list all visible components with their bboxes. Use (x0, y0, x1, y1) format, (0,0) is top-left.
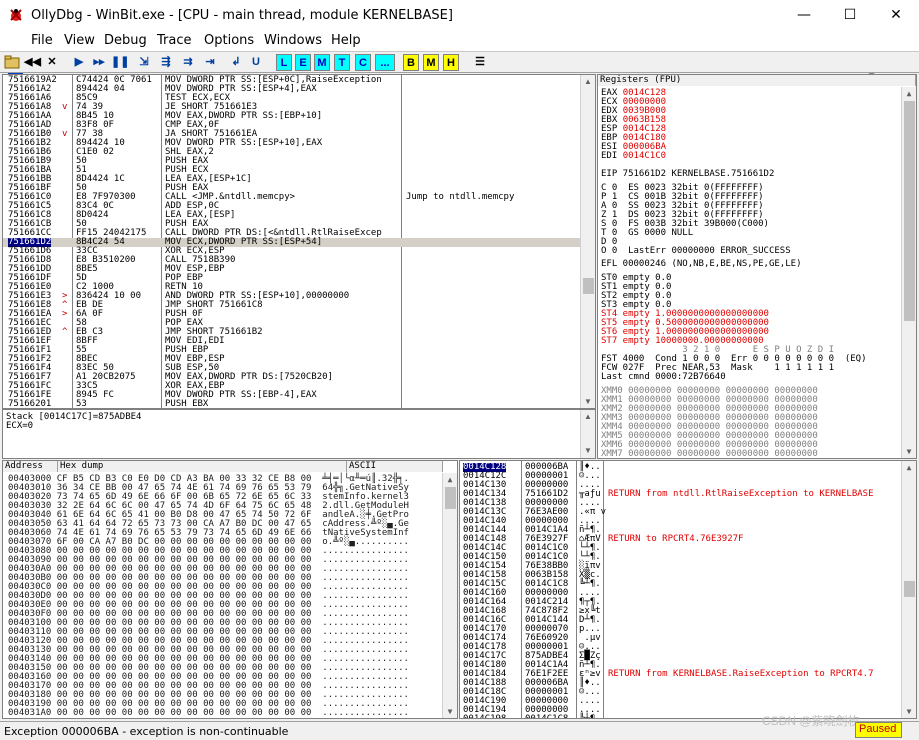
stack-value: 0014C1C8 (525, 714, 569, 719)
menu-help[interactable]: Help (331, 33, 361, 48)
trace-into-icon[interactable]: ⇶ (157, 54, 175, 71)
dump-scrollbar[interactable]: ▲ ▼ (442, 473, 457, 718)
register-value: 0014C1C0 (622, 151, 667, 161)
close-button[interactable]: ✕ (873, 0, 919, 31)
menu-windows[interactable]: Windows (264, 33, 322, 48)
disasm-row[interactable]: 751661C8 8D0424 LEA EAX,[ESP] (3, 211, 583, 220)
open-icon[interactable] (4, 54, 20, 71)
title-bar: OllyDbg - WinBit.exe - [CPU - main threa… (0, 0, 919, 31)
fpu-last-command[interactable]: Last cmnd 0000:72B76640 (601, 373, 726, 382)
trace-over-icon[interactable]: ⇉ (179, 54, 197, 71)
run-icon[interactable]: ▶ (71, 54, 87, 71)
register-efl[interactable]: EFL 00000246 (NO,NB,E,BE,NS,PE,GE,LE) (601, 260, 801, 269)
step-into-icon[interactable]: ▸▸ (90, 54, 108, 71)
stack-ascii: ╚┴¶. (579, 714, 601, 719)
status-message: Exception 000006BA - exception is non-co… (4, 725, 289, 738)
disasm-row[interactable]: 751661EF 8BFF MOV EDI,EDI (3, 337, 583, 346)
menu-trace[interactable]: Trace (157, 33, 192, 48)
registers-scrollbar[interactable]: ▲ ▼ (901, 87, 916, 458)
info-pane: Stack [0014C17C]=875ADBE4 ECX=0 ▲ ▼ (2, 409, 596, 459)
close-icon[interactable]: ✕ (44, 54, 60, 71)
memory-map-button[interactable]: M (423, 54, 439, 71)
info-scrollbar[interactable]: ▲ ▼ (580, 410, 595, 458)
minimize-button[interactable]: — (781, 0, 827, 31)
dump-header-ascii[interactable]: ASCII (347, 461, 443, 472)
stack-comment: RETURN from ntdll.RtlRaiseException to K… (608, 489, 874, 499)
go-to-user-code-icon[interactable]: ↲ (227, 54, 245, 71)
watermark: CSDN @紫晓劍枚 (762, 714, 860, 728)
register-edi[interactable]: EDI 0014C1C0 (601, 152, 666, 161)
ollydbg-bug-icon (10, 9, 22, 21)
cpu-window-button[interactable]: C (355, 54, 371, 71)
disasm-row[interactable]: 751661EA >6A 0F PUSH 0F (3, 310, 583, 319)
menu-debug[interactable]: Debug (104, 33, 147, 48)
dump-header-address[interactable]: Address (3, 461, 58, 472)
threads-window-button[interactable]: T (334, 54, 350, 71)
register-name: EDI (601, 151, 618, 161)
disassembly-scrollbar[interactable]: ▲ ▼ (580, 75, 595, 408)
register-eip[interactable]: EIP 751661D2 KERNELBASE.751661D2 (601, 170, 774, 179)
handles-button[interactable]: H (443, 54, 459, 71)
disasm-row[interactable]: 75166201 53 PUSH EBX (3, 400, 583, 409)
flag-line[interactable]: O 0 LastErr 00000000 ERROR_SUCCESS (601, 247, 791, 256)
step-over-icon[interactable]: ⇲ (135, 54, 153, 71)
registers-header: Registers (FPU) (598, 75, 916, 86)
jump-marker: v (62, 102, 68, 112)
menu-options[interactable]: Options (204, 33, 254, 48)
jump-marker: v (62, 129, 68, 139)
breakpoints-button[interactable]: B (403, 54, 419, 71)
disasm-instruction: PUSH EBX (165, 399, 209, 409)
more-windows-button[interactable]: ... (375, 54, 395, 71)
registers-pane[interactable]: Registers (FPU) EAX 0014C128 ECX 00000000… (597, 74, 917, 459)
disasm-comment: Jump to ntdll.memcpy (406, 192, 515, 202)
jump-marker: > (62, 309, 68, 319)
modules-window-button[interactable]: E (295, 54, 311, 71)
disasm-address: 75166201 (8, 399, 52, 409)
pause-icon[interactable]: ❚❚ (111, 54, 129, 71)
disasm-row[interactable]: 751661B6 C1E0 02 SHL EAX,2 (3, 148, 583, 157)
xmm-register[interactable]: XMM7 00000000 00000000 00000000 00000000 (601, 450, 818, 459)
dump-header-hex[interactable]: Hex dump (58, 461, 347, 472)
menu-file[interactable]: File (31, 33, 53, 48)
info-line-2: ECX=0 (6, 421, 34, 431)
restart-icon[interactable]: ◀◀ (24, 54, 41, 71)
disasm-hex: 53 (76, 399, 87, 409)
toolbar: ◀◀ ✕ ▶ ▸▸ ❚❚ ⇲ ⇶ ⇉ ⇥ ↲ U L E M T C ... B… (0, 51, 919, 73)
stack-scrollbar[interactable]: ▲ ▼ (901, 461, 916, 718)
disasm-row[interactable]: 751661BB 8D4424 1C LEA EAX,[ESP+1C] (3, 175, 583, 184)
menu-view[interactable]: View (64, 33, 95, 48)
stack-pane[interactable]: 0014C128 000006BA ║♦.. 0014C12C 00000001 ☺...… (459, 460, 917, 719)
maximize-button[interactable]: ☐ (827, 0, 873, 31)
window-title: OllyDbg - WinBit.exe - [CPU - main threa… (31, 8, 453, 23)
memory-window-button[interactable]: M (314, 54, 330, 71)
disasm-row[interactable]: 751661FE 8945 FC MOV DWORD PTR SS:[EBP-4],… (3, 391, 583, 400)
list-icon[interactable]: ☰ (471, 54, 489, 71)
hex-dump-pane[interactable]: Address Hex dump ASCII 00403000 CF B5 CD… (2, 460, 458, 719)
paused-indicator: Paused (855, 722, 902, 738)
menu-bar: C File View Debug Trace Options Windows … (0, 31, 919, 78)
run-to-selection-icon[interactable]: U (249, 54, 263, 71)
stack-address[interactable]: 0014C198 (463, 715, 506, 719)
disasm-row[interactable]: 751661DD 8BE5 MOV ESP,EBP (3, 265, 583, 274)
execute-till-return-icon[interactable]: ⇥ (201, 54, 219, 71)
stack-comment: RETURN to RPCRT4.76E3927F (608, 534, 744, 544)
disasm-row[interactable]: 751661B9 50 PUSH EAX (3, 157, 583, 166)
jump-marker: ^ (62, 327, 68, 337)
log-window-button[interactable]: L (276, 54, 292, 71)
disassembly-pane[interactable]: 7516619A2 C74424 0C 7061 MOV DWORD PTR SS:… (2, 74, 596, 409)
stack-comment: RETURN from KERNELBASE.RaiseException to… (608, 669, 874, 679)
dump-row[interactable]: 004031A0 00 00 00 00 00 00 00 00 00 00 0… (8, 709, 409, 718)
